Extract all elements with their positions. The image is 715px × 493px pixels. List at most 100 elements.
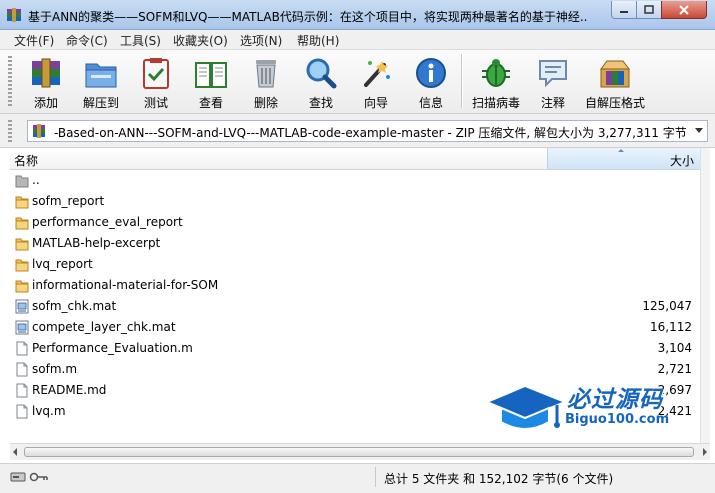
folder-icon <box>15 278 29 293</box>
file-size: 125,047 <box>642 299 692 313</box>
file-row[interactable]: compete_layer_chk.mat 16,112 <box>10 317 700 338</box>
file-name: README.md <box>32 383 107 397</box>
folder-icon <box>15 257 29 272</box>
folder-icon <box>15 194 29 209</box>
file-name: sofm.m <box>32 362 78 376</box>
file-list-header: 名称 大小 <box>10 148 700 170</box>
file-name: sofm_report <box>32 194 105 208</box>
vertical-scrollbar[interactable] <box>700 148 710 443</box>
menu-file[interactable]: 文件(F) <box>14 32 54 49</box>
file-name: Performance_Evaluation.m <box>32 341 193 355</box>
drive-key-icon[interactable] <box>10 471 50 483</box>
watermark: 必过源码 Biguo100.com <box>485 378 695 438</box>
file-size: 16,112 <box>650 320 692 334</box>
comment-label: 注释 <box>540 96 565 110</box>
info-icon <box>416 58 446 88</box>
file-row[interactable]: sofm.m 2,721 <box>10 359 700 380</box>
file-name: sofm_chk.mat <box>32 299 117 313</box>
archive-icon <box>33 124 45 138</box>
mat-file-icon <box>15 320 29 335</box>
minimize-icon <box>620 10 628 13</box>
watermark-title: 必过源码 <box>567 387 663 413</box>
column-size-label: 大小 <box>669 154 694 168</box>
add-button[interactable]: 添加 <box>19 53 73 111</box>
address-dropdown-icon[interactable] <box>695 128 703 133</box>
test-button[interactable]: 测试 <box>129 53 183 111</box>
view-book-icon <box>195 62 227 88</box>
file-row[interactable]: sofm_chk.mat 125,047 <box>10 296 700 317</box>
toolbar: 添加 解压到 测试 查看 删除 查找 向导 信息 扫描病毒 注释 自解压格式 <box>0 50 715 114</box>
view-button[interactable]: 查看 <box>184 53 238 111</box>
file-row[interactable]: Performance_Evaluation.m 3,104 <box>10 338 700 359</box>
magic-wand-icon <box>364 61 390 87</box>
menu-tools[interactable]: 工具(S) <box>120 32 161 49</box>
file-row[interactable]: performance_eval_report <box>10 212 700 233</box>
horizontal-scrollbar[interactable] <box>10 443 710 460</box>
address-bar: -Based-on-ANN---SOFM-and-LVQ---MATLAB-co… <box>0 114 715 148</box>
status-divider <box>375 467 376 487</box>
scan-virus-button[interactable]: 扫描病毒 <box>469 53 523 111</box>
status-summary: 总计 5 文件夹 和 152,102 字节(6 个文件) <box>384 472 614 486</box>
column-size-header[interactable]: 大小 <box>547 148 700 169</box>
graduation-cap-icon <box>485 384 567 430</box>
column-name-header[interactable]: 名称 <box>14 152 38 169</box>
file-name: performance_eval_report <box>32 215 183 229</box>
maximize-button[interactable] <box>636 1 662 19</box>
file-icon <box>15 362 29 377</box>
info-label: 信息 <box>418 96 443 110</box>
sfx-label: 自解压格式 <box>584 96 645 110</box>
file-name: .. <box>32 173 40 187</box>
close-icon <box>679 4 689 15</box>
address-path: -Based-on-ANN---SOFM-and-LVQ---MATLAB-co… <box>54 126 686 140</box>
extract-to-button[interactable]: 解压到 <box>74 53 128 111</box>
comment-icon <box>539 60 567 88</box>
file-icon <box>15 341 29 356</box>
file-icon <box>15 383 29 398</box>
title-bar: 基于ANN的聚类——SOFM和LVQ——MATLAB代码示例：在这个项目中，将实… <box>0 0 715 30</box>
search-icon <box>306 58 337 89</box>
trash-icon <box>256 60 276 88</box>
delete-button[interactable]: 删除 <box>239 53 293 111</box>
file-size: 2,721 <box>657 362 692 376</box>
menu-favorites[interactable]: 收藏夹(O) <box>173 32 228 49</box>
wizard-button[interactable]: 向导 <box>349 53 403 111</box>
toolbar-grip[interactable] <box>8 56 12 108</box>
menu-help[interactable]: 帮助(H) <box>297 32 339 49</box>
file-name: MATLAB-help-excerpt <box>32 236 161 250</box>
file-row[interactable]: lvq_report <box>10 254 700 275</box>
file-icon <box>15 404 29 419</box>
sfx-box-icon <box>600 60 630 88</box>
find-button[interactable]: 查找 <box>294 53 348 111</box>
winrar-app-icon[interactable] <box>6 7 22 23</box>
minimize-button[interactable] <box>611 1 637 19</box>
window-title: 基于ANN的聚类——SOFM和LVQ——MATLAB代码示例：在这个项目中，将实… <box>28 10 588 24</box>
status-bar: 总计 5 文件夹 和 152,102 字节(6 个文件) <box>0 463 715 493</box>
file-name: compete_layer_chk.mat <box>32 320 176 334</box>
info-button[interactable]: 信息 <box>404 53 458 111</box>
comment-button[interactable]: 注释 <box>526 53 580 111</box>
mat-file-icon <box>15 299 29 314</box>
watermark-url: Biguo100.com <box>565 412 670 427</box>
test-clipboard-icon <box>143 58 169 89</box>
file-row[interactable]: MATLAB-help-excerpt <box>10 233 700 254</box>
address-grip[interactable] <box>8 120 12 142</box>
file-name: lvq_report <box>32 257 93 271</box>
file-row[interactable]: .. <box>10 170 700 191</box>
add-archive-icon <box>32 58 60 88</box>
file-row[interactable]: informational-material-for-SOM <box>10 275 700 296</box>
maximize-icon <box>644 5 654 14</box>
scroll-thumb[interactable] <box>24 447 694 457</box>
menu-commands[interactable]: 命令(C) <box>66 32 108 49</box>
scroll-right-icon[interactable] <box>703 448 707 456</box>
bug-icon <box>482 59 510 87</box>
file-row[interactable]: sofm_report <box>10 191 700 212</box>
menu-bar: 文件(F) 命令(C) 工具(S) 收藏夹(O) 选项(N) 帮助(H) <box>0 30 715 50</box>
sfx-button[interactable]: 自解压格式 <box>585 53 645 111</box>
file-size: 3,104 <box>657 341 692 355</box>
address-field[interactable]: -Based-on-ANN---SOFM-and-LVQ---MATLAB-co… <box>27 120 708 142</box>
close-button[interactable] <box>661 1 707 19</box>
extract-folder-icon <box>85 63 117 88</box>
folder-icon <box>15 215 29 230</box>
scroll-left-icon[interactable] <box>13 448 17 456</box>
menu-options[interactable]: 选项(N) <box>240 32 282 49</box>
